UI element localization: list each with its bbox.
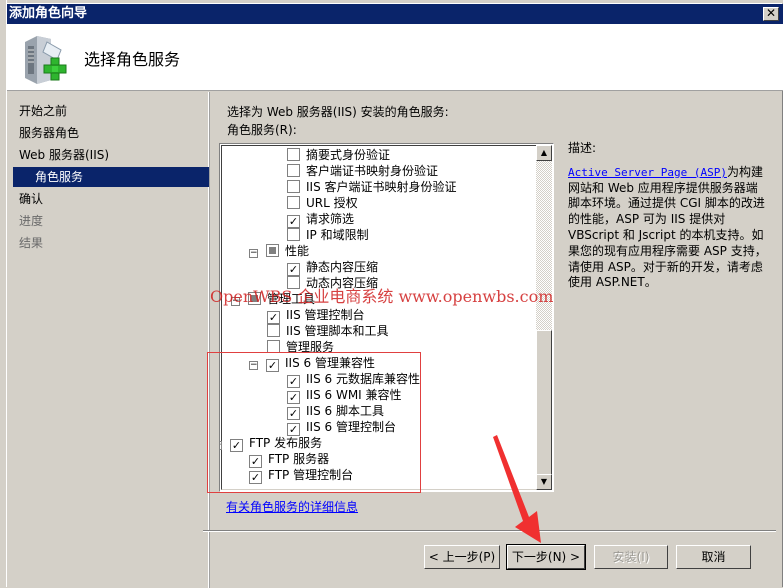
arrow-up-icon: ▲ [540, 148, 548, 157]
tree-item-label: IIS 管理脚本和工具 [286, 324, 389, 338]
sidebar-item-web-server[interactable]: Web 服务器(IIS) [19, 145, 109, 165]
checkbox[interactable] [287, 196, 300, 209]
tree-item-label: 静态内容压缩 [306, 260, 379, 274]
tree-item-label: 请求筛选 [306, 212, 355, 226]
scroll-up-button[interactable]: ▲ [536, 145, 552, 161]
checkbox[interactable] [287, 180, 300, 193]
tree-item[interactable]: ✓ 请求筛选 [287, 211, 355, 228]
description-label: 描述: [568, 141, 597, 155]
sidebar-item-before-you-begin[interactable]: 开始之前 [19, 101, 67, 121]
sidebar-item-results: 结果 [19, 236, 44, 250]
tree-item-label: URL 授权 [306, 196, 358, 210]
tree-item[interactable]: − 性能 [249, 243, 309, 259]
collapse-icon[interactable]: − [249, 249, 258, 258]
tree-item[interactable]: ✓ 静态内容压缩 [287, 259, 379, 276]
description-body: Active Server Page (ASP)为构建网站和 Web 应用程序提… [568, 165, 768, 291]
sidebar-divider [209, 92, 210, 588]
close-icon: ✕ [765, 6, 777, 20]
tree-item-label: 客户端证书映射身份验证 [306, 164, 439, 178]
tree-item[interactable]: IP 和域限制 [287, 227, 369, 243]
sidebar-item-progress: 进度 [19, 214, 44, 228]
tree-item[interactable]: IIS 客户端证书映射身份验证 [287, 179, 457, 195]
checkbox[interactable] [267, 324, 280, 337]
wizard-header: 选择角色服务 [7, 24, 783, 91]
next-button[interactable]: 下一步(N) > [506, 544, 586, 570]
highlight-box [207, 352, 421, 493]
checkbox[interactable] [266, 244, 279, 257]
close-button[interactable]: ✕ [763, 7, 779, 21]
back-button[interactable]: < 上一步(P) [424, 545, 500, 569]
tree-item[interactable]: ✓ IIS 管理控制台 [267, 307, 365, 324]
tree-item-label: IIS 管理控制台 [286, 308, 365, 322]
tree-item-label: IP 和域限制 [306, 228, 369, 242]
cancel-button[interactable]: 取消 [676, 545, 751, 569]
checkbox[interactable] [287, 164, 300, 177]
wizard-steps-sidebar: 开始之前 服务器角色 Web 服务器(IIS) 角色服务 确认 进度 结果 [7, 92, 209, 588]
window-title: 添加角色向导 [9, 6, 88, 21]
tree-item-label: 性能 [285, 244, 310, 258]
sidebar-item-role-services[interactable]: 角色服务 [13, 167, 209, 187]
tree-item[interactable]: IIS 管理脚本和工具 [267, 323, 389, 339]
red-arrow-annotation [493, 435, 541, 543]
tree-item-label: IIS 客户端证书映射身份验证 [306, 180, 457, 194]
title-bar: 添加角色向导 ✕ [7, 4, 783, 24]
asp-link[interactable]: Active Server Page (ASP) [568, 166, 727, 179]
tree-item[interactable]: URL 授权 [287, 195, 358, 211]
tree-item[interactable]: 客户端证书映射身份验证 [287, 163, 438, 179]
checkbox[interactable] [287, 228, 300, 241]
checkbox[interactable] [287, 148, 300, 161]
server-add-icon [25, 36, 67, 84]
instruction-text: 选择为 Web 服务器(IIS) 安装的角色服务: [227, 105, 449, 119]
role-services-label: 角色服务(R): [227, 123, 297, 137]
description-panel: 描述: Active Server Page (ASP)为构建网站和 Web 应… [568, 141, 768, 291]
tree-item-label: 摘要式身份验证 [306, 148, 391, 162]
tree-item[interactable]: 摘要式身份验证 [287, 147, 390, 163]
description-text: 为构建网站和 Web 应用程序提供服务器端脚本环境。通过提供 CGI 脚本的改进… [568, 164, 767, 290]
install-button: 安装(I) [594, 545, 668, 569]
more-info-link[interactable]: 有关角色服务的详细信息 [226, 498, 358, 515]
sidebar-item-confirmation[interactable]: 确认 [19, 189, 43, 209]
page-title: 选择角色服务 [84, 50, 181, 69]
watermark-text: OpenWBS 企业电商系统 www.openwbs.com [210, 287, 554, 306]
sidebar-item-server-roles[interactable]: 服务器角色 [19, 123, 79, 143]
